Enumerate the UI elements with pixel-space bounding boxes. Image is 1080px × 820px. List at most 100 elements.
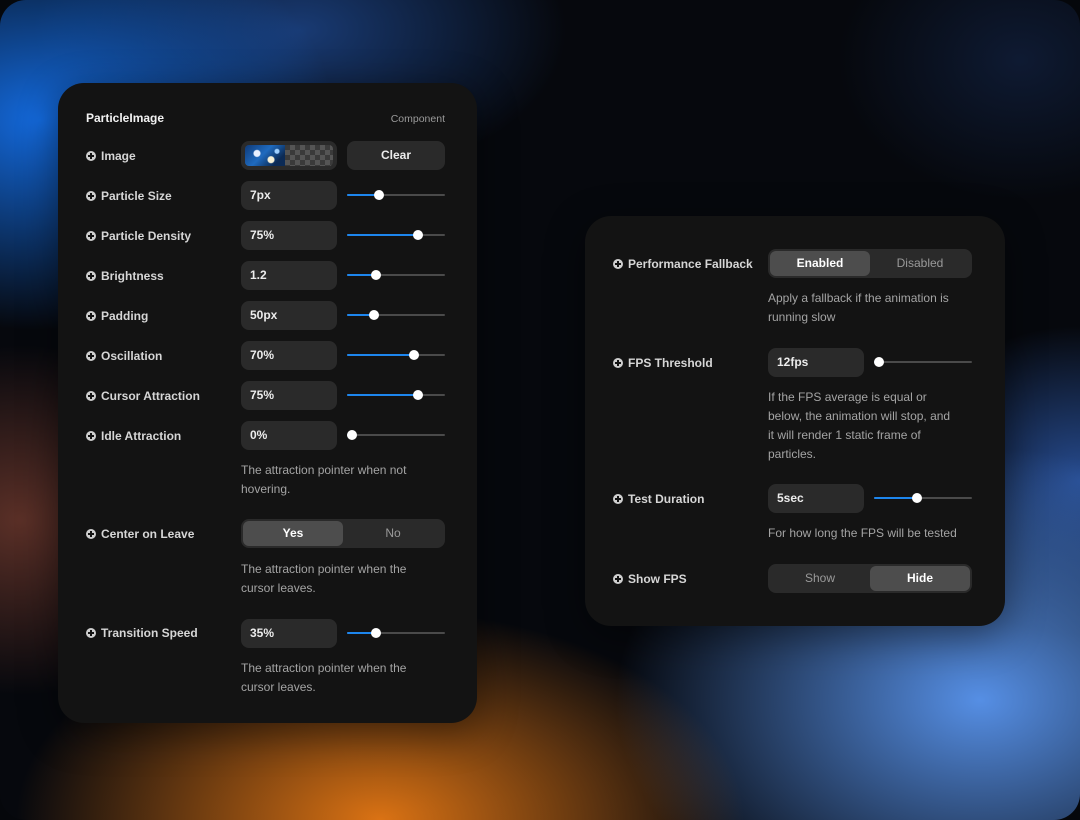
center-on-leave-label-text: Center on Leave (101, 527, 195, 541)
cursor-attraction-label-text: Cursor Attraction (101, 389, 200, 403)
clear-button[interactable]: Clear (347, 141, 445, 170)
help-line: The attraction pointer when not (241, 463, 407, 477)
performance-fallback-option-enabled[interactable]: Enabled (770, 251, 870, 276)
slider-track (347, 434, 445, 436)
plus-circle-icon (86, 271, 96, 281)
particle-size-input[interactable]: 7px (241, 181, 337, 210)
brightness-slider[interactable] (347, 269, 445, 281)
brightness-label-text: Brightness (101, 269, 164, 283)
help-line: Apply a fallback if the animation is (768, 291, 949, 305)
component-badge: Component (390, 113, 445, 125)
plus-circle-icon (86, 191, 96, 201)
particle-size-label: Particle Size (86, 188, 172, 204)
image-label: Image (86, 148, 136, 164)
fps-threshold-slider[interactable] (873, 356, 972, 368)
slider-thumb[interactable] (408, 350, 419, 360)
help-line: cursor leaves. (241, 581, 316, 595)
center-on-leave-option-yes[interactable]: Yes (243, 521, 343, 546)
help-line: For how long the FPS will be tested (768, 526, 957, 540)
center-on-leave-option-no[interactable]: No (343, 521, 443, 546)
idle-attraction-input[interactable]: 0% (241, 421, 337, 450)
plus-circle-icon (86, 391, 96, 401)
performance-fallback-label: Performance Fallback (613, 256, 753, 272)
panel-title: ParticleImage (86, 111, 165, 125)
idle-attraction-label: Idle Attraction (86, 428, 181, 444)
oscillation-input[interactable]: 70% (241, 341, 337, 370)
transition-speed-label: Transition Speed (86, 625, 198, 641)
help-line: it will render 1 static frame of (768, 428, 921, 442)
plus-circle-icon (86, 628, 96, 638)
particle-density-slider[interactable] (347, 229, 445, 241)
performance-fallback-label-text: Performance Fallback (628, 257, 753, 271)
test-duration-help: For how long the FPS will be tested (768, 524, 957, 543)
idle-attraction-help: The attraction pointer when not hovering… (241, 461, 406, 499)
help-line: hovering. (241, 482, 291, 496)
slider-thumb[interactable] (371, 628, 382, 638)
slider-thumb[interactable] (912, 493, 923, 503)
show-fps-toggle[interactable]: Show Hide (768, 564, 972, 593)
plus-circle-icon (86, 151, 96, 161)
fps-threshold-label-text: FPS Threshold (628, 356, 713, 370)
show-fps-option-hide[interactable]: Hide (870, 566, 970, 591)
particle-density-input[interactable]: 75% (241, 221, 337, 250)
fps-threshold-input[interactable]: 12fps (768, 348, 864, 377)
test-duration-slider[interactable] (874, 492, 972, 504)
slider-fill (874, 497, 918, 499)
help-line: The attraction pointer when the (241, 562, 407, 576)
brightness-label: Brightness (86, 268, 164, 284)
slider-thumb[interactable] (412, 230, 423, 240)
cursor-attraction-input[interactable]: 75% (241, 381, 337, 410)
performance-fallback-toggle[interactable]: Enabled Disabled (768, 249, 972, 278)
cursor-attraction-slider[interactable] (347, 389, 445, 401)
particle-size-slider[interactable] (347, 189, 445, 201)
slider-thumb[interactable] (346, 430, 357, 440)
padding-slider[interactable] (347, 309, 445, 321)
fps-threshold-help: If the FPS average is equal or below, th… (768, 388, 950, 464)
image-picker[interactable] (241, 141, 337, 170)
plus-circle-icon (613, 574, 623, 584)
performance-fallback-option-disabled[interactable]: Disabled (870, 251, 970, 276)
plus-circle-icon (86, 529, 96, 539)
performance-fallback-help: Apply a fallback if the animation is run… (768, 289, 949, 327)
particle-density-label-text: Particle Density (101, 229, 192, 243)
oscillation-label-text: Oscillation (101, 349, 163, 363)
center-on-leave-toggle[interactable]: Yes No (241, 519, 445, 548)
slider-fill (347, 234, 418, 236)
transition-speed-slider[interactable] (347, 627, 445, 639)
transition-speed-help: The attraction pointer when the cursor l… (241, 659, 406, 697)
center-on-leave-label: Center on Leave (86, 526, 194, 542)
slider-track (874, 361, 972, 363)
particle-image-panel: ParticleImage Component Image Clear Part… (58, 83, 477, 723)
slider-thumb[interactable] (374, 190, 385, 200)
transition-speed-input[interactable]: 35% (241, 619, 337, 648)
idle-attraction-slider[interactable] (346, 429, 445, 441)
brightness-input[interactable]: 1.2 (241, 261, 337, 290)
help-line: cursor leaves. (241, 680, 316, 694)
slider-thumb[interactable] (371, 270, 382, 280)
plus-circle-icon (613, 494, 623, 504)
show-fps-label: Show FPS (613, 571, 687, 587)
plus-circle-icon (86, 351, 96, 361)
test-duration-input[interactable]: 5sec (768, 484, 864, 513)
padding-input[interactable]: 50px (241, 301, 337, 330)
image-preview (245, 145, 286, 166)
transition-speed-label-text: Transition Speed (101, 626, 198, 640)
help-line: The attraction pointer when the (241, 661, 407, 675)
oscillation-label: Oscillation (86, 348, 162, 364)
plus-circle-icon (86, 311, 96, 321)
slider-thumb[interactable] (369, 310, 380, 320)
slider-thumb[interactable] (873, 357, 884, 367)
show-fps-option-show[interactable]: Show (770, 566, 870, 591)
particle-density-label: Particle Density (86, 228, 191, 244)
test-duration-label-text: Test Duration (628, 492, 705, 506)
slider-thumb[interactable] (412, 390, 423, 400)
cursor-attraction-label: Cursor Attraction (86, 388, 200, 404)
slider-fill (347, 354, 414, 356)
fps-threshold-label: FPS Threshold (613, 355, 713, 371)
oscillation-slider[interactable] (347, 349, 445, 361)
image-thumbnail (245, 145, 333, 166)
test-duration-label: Test Duration (613, 491, 704, 507)
particle-size-label-text: Particle Size (101, 189, 172, 203)
performance-panel: Performance Fallback Enabled Disabled Ap… (585, 216, 1005, 626)
plus-circle-icon (613, 358, 623, 368)
